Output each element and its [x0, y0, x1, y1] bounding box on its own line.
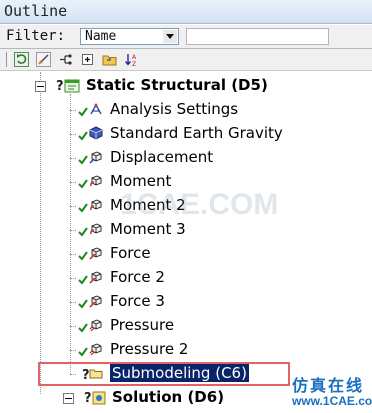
filter-search-input[interactable] [186, 28, 329, 45]
tree-item-label: Pressure 2 [110, 340, 189, 358]
annotation-highlight-box [38, 362, 290, 386]
analysis-settings-icon [90, 103, 102, 115]
sort-icon[interactable]: A Z [124, 52, 139, 67]
tree-guide-tick [70, 158, 76, 159]
tree-item-label: Force [110, 244, 151, 262]
watermark-brand: 仿真在线 [292, 376, 365, 395]
tree-item-label: Moment 3 [110, 220, 186, 238]
watermark-brand-url: www.1CAE.com [292, 394, 372, 408]
watermark-center: 1CAE.COM [120, 188, 279, 221]
svg-text:Z: Z [132, 61, 136, 67]
force-icon [89, 271, 102, 284]
static-structural-icon [64, 79, 80, 93]
pressure-icon [89, 343, 102, 356]
tree-guide-tick [70, 326, 76, 327]
status-check-icon [78, 323, 88, 336]
tree-item-label: Standard Earth Gravity [110, 124, 283, 142]
tree-item-label: Pressure [110, 316, 175, 334]
force-icon [89, 295, 102, 308]
refresh-icon[interactable] [14, 52, 29, 67]
status-check-icon [78, 227, 88, 240]
tree-item-standard-earth-gravity[interactable]: Standard Earth Gravity [0, 122, 372, 146]
status-check-icon [78, 251, 88, 264]
svg-text:A: A [132, 54, 137, 61]
tree-guide-tick [70, 110, 76, 111]
status-check-icon [78, 203, 88, 216]
status-question-icon: ? [56, 79, 64, 94]
tree-guide-tick [70, 350, 76, 351]
panel-title: Outline [4, 2, 68, 20]
filter-label: Filter: [6, 28, 66, 44]
tree-item-label: Analysis Settings [110, 100, 239, 118]
solution-icon [92, 391, 106, 405]
outline-title-bar: Outline [0, 0, 372, 24]
tree-guide-tick [70, 230, 76, 231]
tree-item-label: Force 2 [110, 268, 165, 286]
moment-icon [90, 223, 102, 235]
tree-item-analysis-settings[interactable]: Analysis Settings [0, 98, 372, 122]
moment-icon [90, 175, 102, 187]
tree-item-force-3[interactable]: Force 3 [0, 290, 372, 314]
tree-item-label: Force 3 [110, 292, 165, 310]
tree-guide-tick [70, 134, 76, 135]
tree-item-pressure-2[interactable]: Pressure 2 [0, 338, 372, 362]
status-check-icon [78, 131, 88, 144]
filter-type-select[interactable]: Name [80, 28, 179, 45]
tree-item-pressure[interactable]: Pressure [0, 314, 372, 338]
tree-item-force-2[interactable]: Force 2 [0, 266, 372, 290]
tree-item-displacement[interactable]: Displacement [0, 146, 372, 170]
filter-bar: Filter: Name [0, 25, 372, 49]
tree-node-label: Solution (D6) [112, 388, 225, 406]
tree-guide-tick [70, 302, 76, 303]
chevron-down-icon[interactable] [163, 30, 177, 43]
status-check-icon [78, 155, 88, 168]
tree-node-static-structural[interactable]: ? Static Structural (D5) [0, 74, 372, 98]
tree-item-force[interactable]: Force [0, 242, 372, 266]
tree-guide-tick [70, 278, 76, 279]
show-vertices-icon[interactable] [36, 52, 51, 67]
folder-icon[interactable] [102, 52, 117, 67]
tree-node-label: Static Structural (D5) [86, 76, 268, 94]
moment-icon [90, 199, 102, 211]
status-check-icon [78, 347, 88, 360]
tree-guide-tick [70, 182, 76, 183]
outline-toolbar: A Z [0, 49, 372, 71]
status-check-icon [78, 107, 88, 120]
pressure-icon [89, 319, 102, 332]
displacement-icon [89, 151, 102, 164]
status-check-icon [78, 275, 88, 288]
tree-guide-tick [70, 254, 76, 255]
status-check-icon [78, 179, 88, 192]
collapse-toggle[interactable] [63, 393, 74, 404]
toolbar-separator [6, 52, 10, 67]
force-icon [89, 247, 102, 260]
gravity-icon [89, 126, 103, 140]
status-question-icon: ? [84, 391, 92, 406]
filter-type-value: Name [85, 29, 117, 44]
tree-expand-icon[interactable] [58, 52, 73, 67]
status-check-icon [78, 299, 88, 312]
expand-all-icon[interactable] [80, 52, 95, 67]
tree-item-label: Displacement [110, 148, 214, 166]
tree-guide-tick [70, 206, 76, 207]
collapse-toggle[interactable] [35, 81, 46, 92]
